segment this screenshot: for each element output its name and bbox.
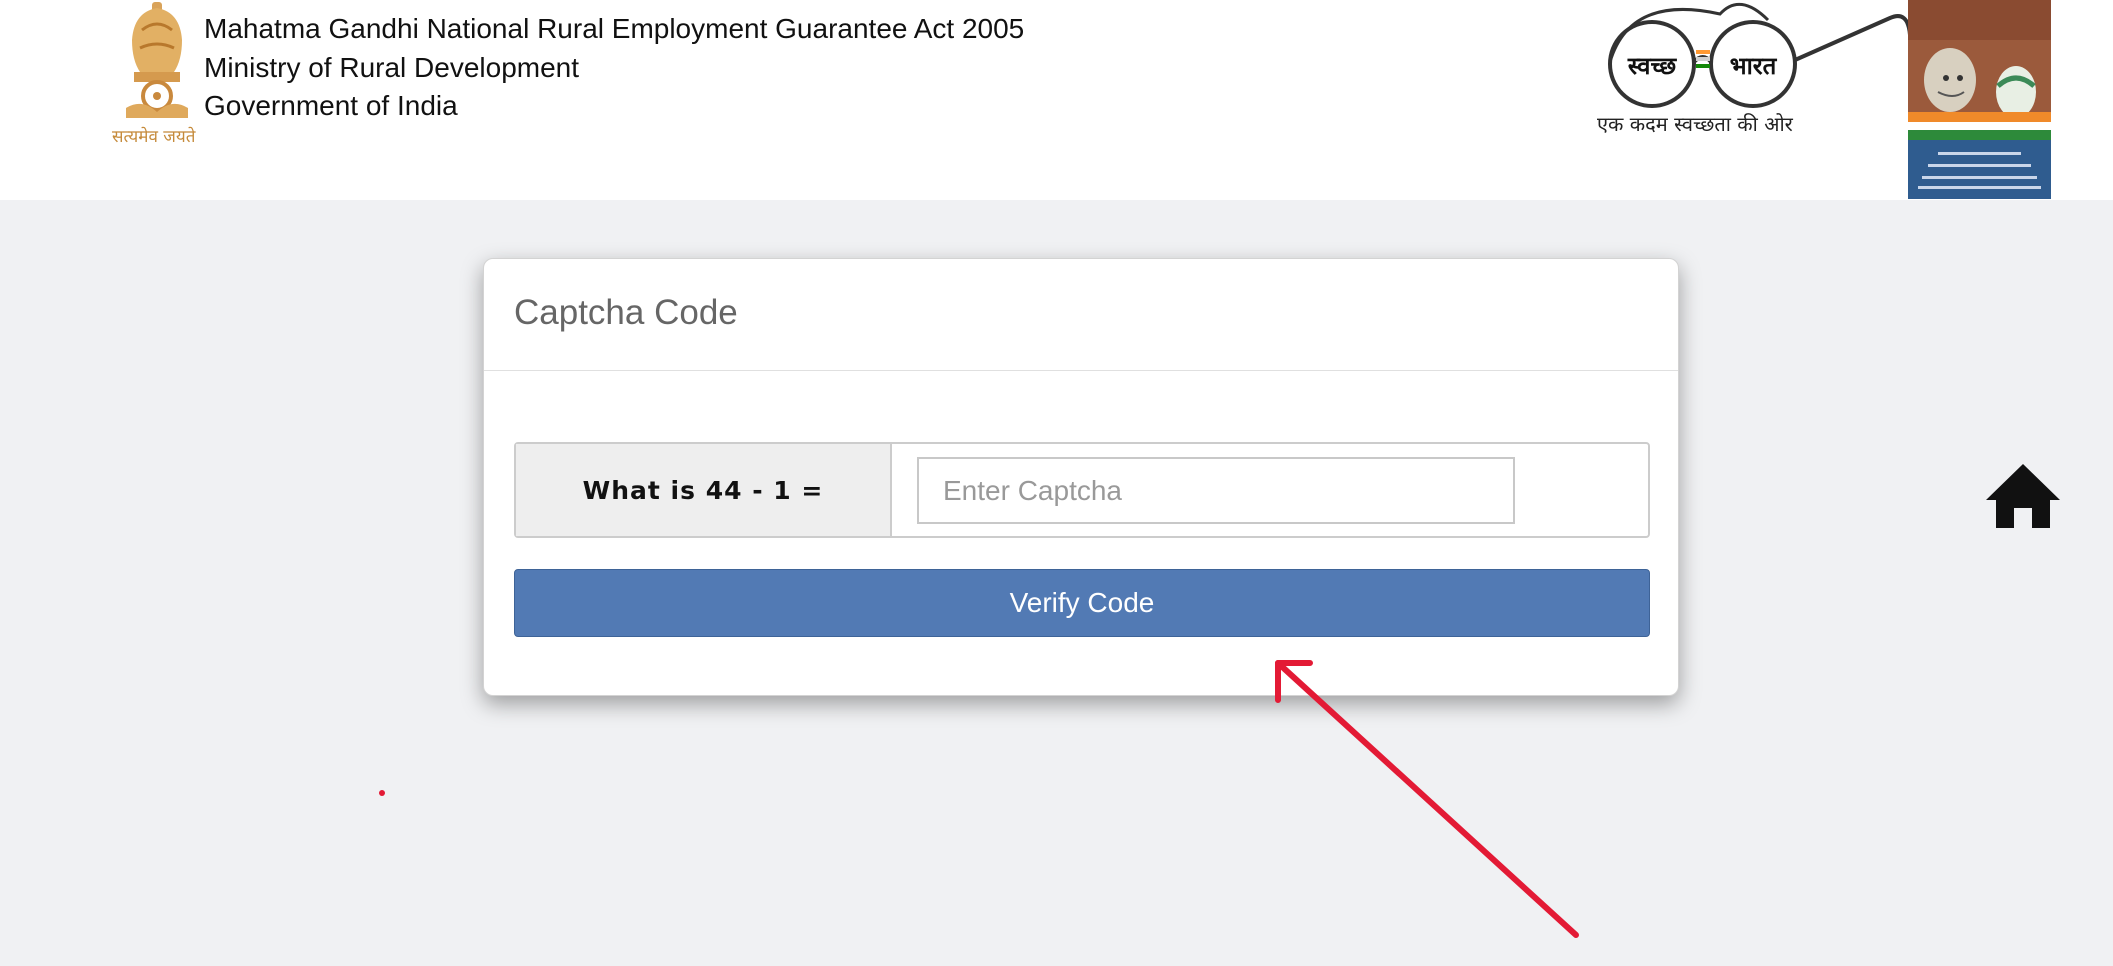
national-emblem-icon bbox=[126, 2, 188, 118]
captcha-input-group: What is 44 - 1 = bbox=[514, 442, 1650, 538]
annotation-dot-icon bbox=[379, 790, 385, 796]
emblem-motto: सत्यमेव जयते bbox=[112, 127, 196, 147]
card-title: Captcha Code bbox=[514, 293, 738, 332]
ministry-line-act: Mahatma Gandhi National Rural Employment… bbox=[204, 13, 1025, 44]
captcha-question: What is 44 - 1 = bbox=[516, 444, 892, 536]
swachh-word-right: भारत bbox=[1730, 52, 1778, 80]
site-header: सत्यमेव जयते Mahatma Gandhi National Rur… bbox=[0, 0, 2113, 200]
ministry-line-ministry: Ministry of Rural Development bbox=[204, 51, 580, 83]
ministry-heading: Mahatma Gandhi National Rural Employment… bbox=[204, 10, 1024, 126]
captcha-input[interactable] bbox=[917, 457, 1515, 524]
swachh-tagline: एक कदम स्वच्छता की ओर bbox=[1597, 112, 1793, 136]
card-divider bbox=[484, 370, 1678, 371]
ministry-line-government: Government of India bbox=[204, 90, 458, 121]
swachh-word-left: स्वच्छ bbox=[1627, 52, 1678, 80]
mgnrega-badge-icon bbox=[1908, 0, 2051, 199]
captcha-card: Captcha Code What is 44 - 1 = Verify Cod… bbox=[483, 258, 1679, 696]
home-icon[interactable] bbox=[1984, 462, 2062, 530]
verify-code-button[interactable]: Verify Code bbox=[514, 569, 1650, 637]
annotation-arrow-icon bbox=[1275, 660, 1579, 938]
